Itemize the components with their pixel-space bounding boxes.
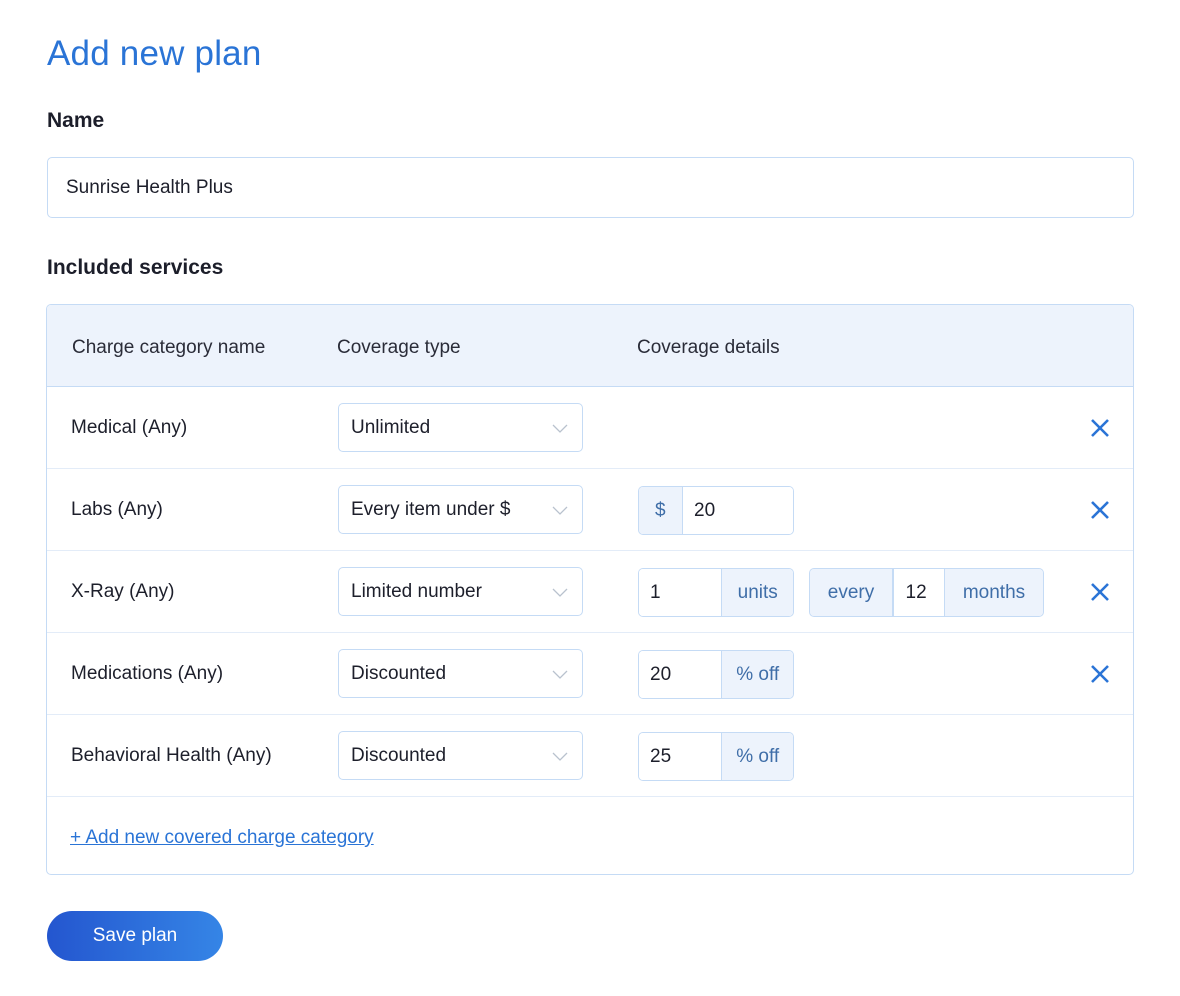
services-table: Charge category name Coverage type Cover…: [46, 304, 1134, 875]
header-coverage-type: Coverage type: [337, 337, 461, 358]
coverage-type-select[interactable]: Discounted: [338, 731, 583, 780]
table-row: Medications (Any) Discounted % off: [47, 633, 1133, 715]
table-row: Labs (Any) Every item under $ $: [47, 469, 1133, 551]
percent-suffix: % off: [722, 651, 793, 698]
add-category-link[interactable]: + Add new covered charge category: [70, 827, 374, 849]
chevron-down-icon: [552, 424, 568, 433]
every-prefix: every: [810, 569, 892, 616]
coverage-type-value: Discounted: [351, 744, 447, 766]
table-row: Behavioral Health (Any) Discounted % off: [47, 715, 1133, 797]
percent-input[interactable]: [639, 651, 721, 698]
add-category-row: + Add new covered charge category: [47, 797, 1133, 874]
table-row: X-Ray (Any) Limited number units every m…: [47, 551, 1133, 633]
category-name: Medications (Any): [71, 662, 224, 684]
amount-input[interactable]: [683, 487, 793, 534]
coverage-type-select[interactable]: Unlimited: [338, 403, 583, 452]
save-plan-button[interactable]: Save plan: [47, 911, 223, 961]
percent-input-group: % off: [638, 650, 794, 699]
coverage-type-select[interactable]: Limited number: [338, 567, 583, 616]
included-services-label: Included services: [47, 256, 224, 279]
amount-input-group: $: [638, 486, 794, 535]
chevron-down-icon: [552, 670, 568, 679]
chevron-down-icon: [552, 506, 568, 515]
close-icon[interactable]: [1089, 581, 1111, 603]
percent-input[interactable]: [639, 733, 721, 780]
units-input[interactable]: [639, 569, 721, 616]
coverage-type-value: Every item under $: [351, 498, 511, 520]
table-header: Charge category name Coverage type Cover…: [47, 305, 1133, 387]
table-row: Medical (Any) Unlimited: [47, 387, 1133, 469]
chevron-down-icon: [552, 752, 568, 761]
category-name: Labs (Any): [71, 498, 163, 520]
months-suffix: months: [945, 569, 1043, 616]
units-suffix: units: [722, 569, 793, 616]
coverage-type-select[interactable]: Discounted: [338, 649, 583, 698]
period-input-group: every months: [809, 568, 1044, 617]
percent-suffix: % off: [722, 733, 793, 780]
chevron-down-icon: [552, 588, 568, 597]
percent-input-group: % off: [638, 732, 794, 781]
coverage-type-value: Limited number: [351, 580, 482, 602]
close-icon[interactable]: [1089, 499, 1111, 521]
header-coverage-details: Coverage details: [637, 337, 780, 358]
close-icon[interactable]: [1089, 663, 1111, 685]
close-icon[interactable]: [1089, 417, 1111, 439]
name-label: Name: [47, 109, 105, 132]
page-title: Add new plan: [47, 34, 262, 73]
header-charge-category: Charge category name: [72, 337, 266, 358]
category-name: Behavioral Health (Any): [71, 744, 272, 766]
plan-name-input[interactable]: [47, 157, 1134, 218]
period-input[interactable]: [893, 569, 944, 616]
coverage-type-value: Unlimited: [351, 416, 431, 438]
currency-prefix: $: [639, 487, 682, 534]
coverage-type-value: Discounted: [351, 662, 447, 684]
category-name: Medical (Any): [71, 416, 188, 438]
units-input-group: units: [638, 568, 794, 617]
coverage-type-select[interactable]: Every item under $: [338, 485, 583, 534]
category-name: X-Ray (Any): [71, 580, 175, 602]
